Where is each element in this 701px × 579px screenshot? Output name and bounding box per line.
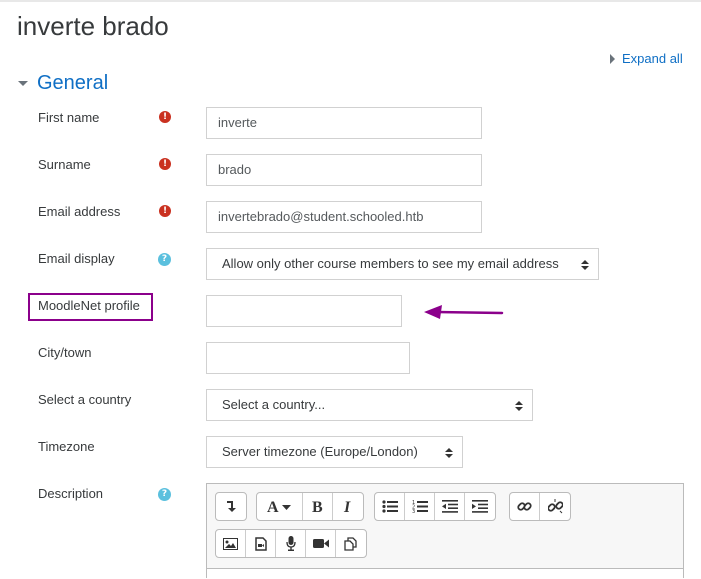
insert-media-button[interactable] <box>246 530 276 557</box>
email-label: Email address <box>38 204 121 219</box>
email-display-label: Email display <box>38 251 115 266</box>
unlink-button[interactable] <box>540 493 570 520</box>
country-label: Select a country <box>38 392 132 407</box>
toolbar-group-collapse <box>215 492 247 521</box>
question-icon[interactable]: ? <box>158 488 171 501</box>
record-video-button[interactable] <box>306 530 336 557</box>
chevron-down-icon <box>18 81 28 86</box>
first-name-input[interactable]: inverte <box>206 107 482 139</box>
files-icon <box>344 536 357 551</box>
record-audio-button[interactable] <box>276 530 306 557</box>
city-label: City/town <box>38 345 92 360</box>
toolbar-group-lists: 123 <box>374 492 496 521</box>
outdent-icon <box>441 500 458 513</box>
unordered-list-button[interactable] <box>375 493 405 520</box>
svg-text:I: I <box>343 500 351 514</box>
moodlenet-input[interactable] <box>206 295 402 327</box>
section-general-label: General <box>37 72 109 94</box>
select-arrows-icon <box>445 448 453 458</box>
image-icon <box>223 537 238 550</box>
email-input[interactable]: invertebrado@student.schooled.htb <box>206 201 482 233</box>
toolbar-group-media <box>215 529 367 558</box>
media-file-icon <box>254 536 267 551</box>
expand-all-link[interactable]: Expand all <box>610 51 683 66</box>
timezone-value: Server timezone (Europe/London) <box>222 444 418 459</box>
outdent-button[interactable] <box>435 493 465 520</box>
video-camera-icon <box>312 539 329 548</box>
select-arrows-icon <box>515 401 523 411</box>
description-label: Description <box>38 486 104 501</box>
indent-button[interactable] <box>465 493 495 520</box>
email-display-value: Allow only other course members to see m… <box>222 256 559 271</box>
timezone-label: Timezone <box>38 439 95 454</box>
first-name-label: First name <box>38 110 100 125</box>
svg-text:A: A <box>267 500 279 514</box>
svg-text:3: 3 <box>412 509 415 513</box>
email-display-select[interactable]: Allow only other course members to see m… <box>206 248 599 280</box>
exclamation-icon: ! <box>159 158 171 170</box>
editor-content-area[interactable] <box>207 568 683 579</box>
exclamation-icon: ! <box>159 111 171 123</box>
bold-icon: B <box>312 500 323 514</box>
page-title: inverte brado <box>17 11 169 41</box>
collapse-arrow-icon <box>227 501 236 512</box>
expand-all-label: Expand all <box>622 51 683 66</box>
svg-text:B: B <box>312 500 323 514</box>
bullet-list-icon <box>381 500 398 513</box>
microphone-icon <box>285 536 296 551</box>
country-select[interactable]: Select a country... <box>206 389 533 421</box>
ordered-list-button[interactable]: 123 <box>405 493 435 520</box>
italic-button[interactable]: I <box>333 493 363 520</box>
show-more-buttons-button[interactable] <box>216 493 246 520</box>
toolbar-group-links <box>509 492 571 521</box>
timezone-select[interactable]: Server timezone (Europe/London) <box>206 436 463 468</box>
question-icon[interactable]: ? <box>158 253 171 266</box>
annotation-arrow-icon <box>424 305 504 319</box>
surname-input[interactable]: brado <box>206 154 482 186</box>
italic-icon: I <box>343 500 351 514</box>
moodlenet-label: MoodleNet profile <box>38 298 140 313</box>
chevron-right-icon <box>610 53 615 64</box>
manage-files-button[interactable] <box>336 530 366 557</box>
bold-button[interactable]: B <box>303 493 333 520</box>
country-value: Select a country... <box>222 397 326 412</box>
link-button[interactable] <box>510 493 540 520</box>
font-style-icon: A <box>267 500 291 514</box>
exclamation-icon: ! <box>159 205 171 217</box>
indent-icon <box>472 500 488 513</box>
top-divider <box>0 0 701 2</box>
description-editor[interactable]: A B I 123 <box>206 483 684 579</box>
paragraph-styles-button[interactable]: A <box>257 493 303 520</box>
section-general-toggle[interactable]: General <box>18 72 108 95</box>
unlink-icon <box>547 499 563 514</box>
select-arrows-icon <box>581 260 589 270</box>
surname-label: Surname <box>38 157 91 172</box>
link-icon <box>517 502 532 511</box>
insert-image-button[interactable] <box>216 530 246 557</box>
toolbar-group-style: A B I <box>256 492 364 521</box>
numbered-list-icon: 123 <box>412 500 428 513</box>
city-input[interactable] <box>206 342 410 374</box>
